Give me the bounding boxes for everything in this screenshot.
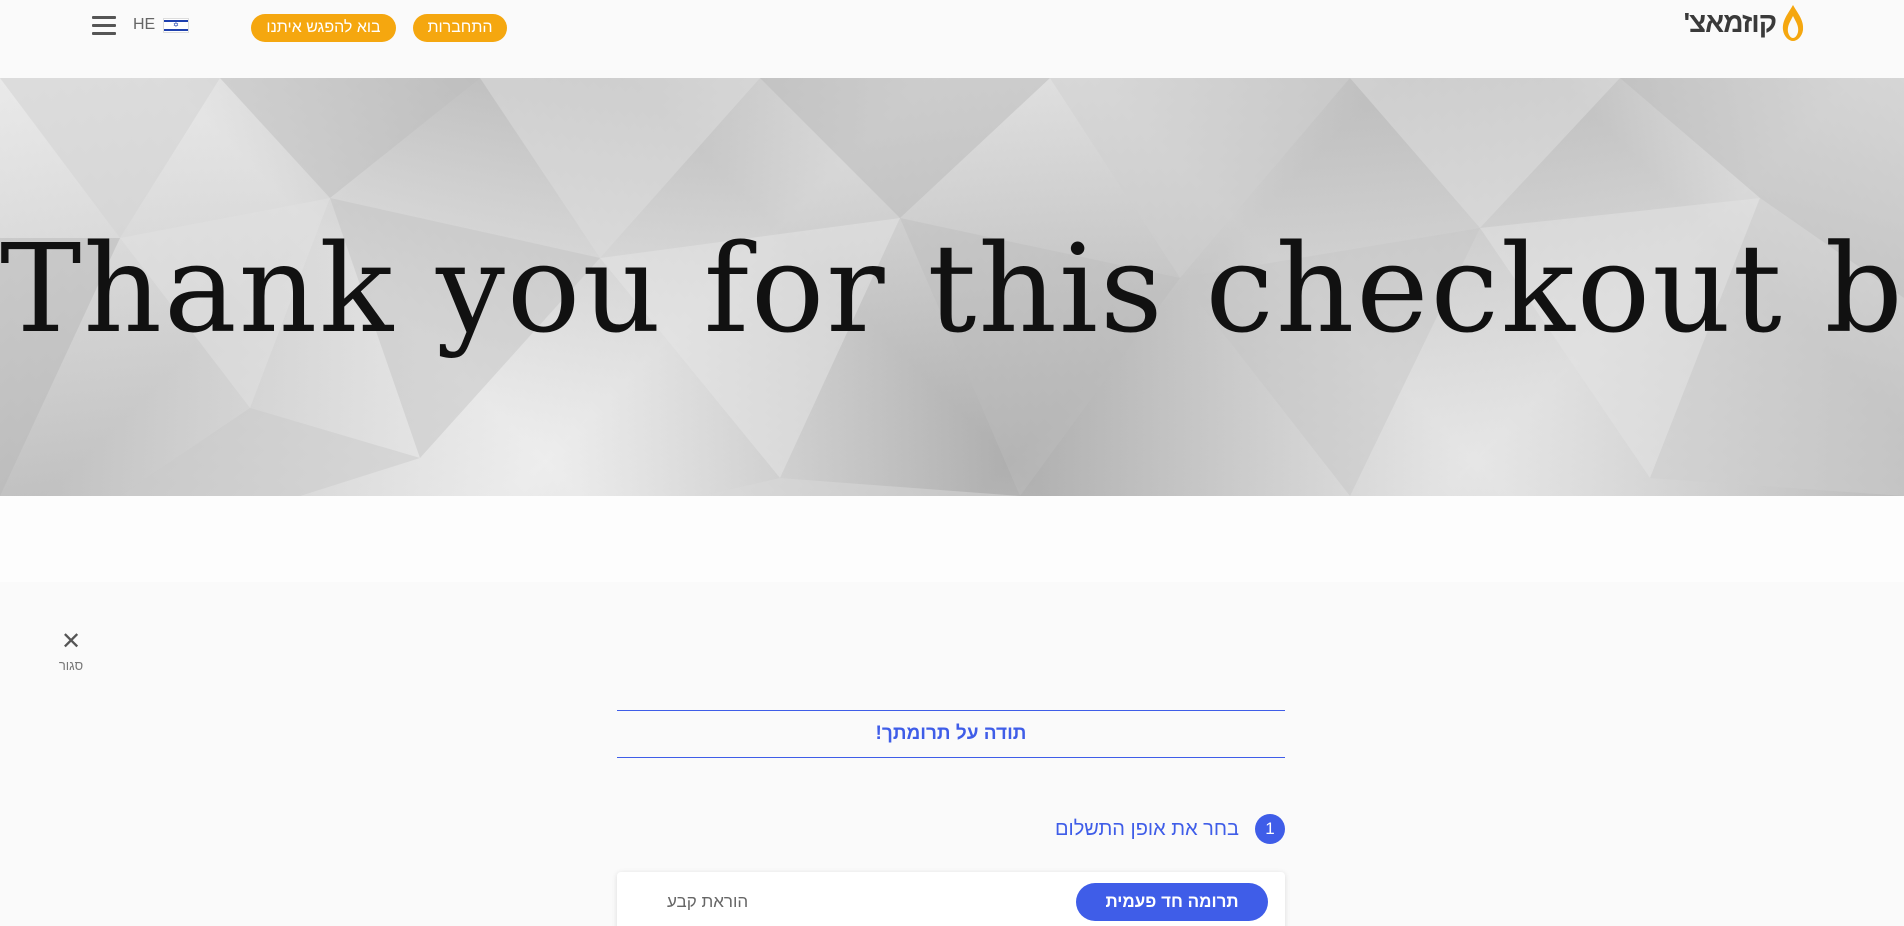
step-payment-method: 1 בחר את אופן התשלום bbox=[1055, 814, 1285, 844]
thanks-title: תודה על תרומתך! bbox=[875, 723, 1027, 744]
site-logo[interactable]: קוזמאצ' bbox=[1683, 4, 1806, 42]
hamburger-menu-icon[interactable] bbox=[92, 16, 116, 36]
banner-headline: Thank you for this checkout banner! bbox=[0, 218, 1904, 360]
close-icon: ✕ bbox=[60, 628, 82, 655]
thanks-box: תודה על תרומתך! bbox=[617, 710, 1285, 758]
section-top-band bbox=[0, 496, 1904, 582]
close-label: סגור bbox=[58, 658, 84, 673]
page: HE ✡ בוא להפגש איתנו התחברות קוזמאצ' Tha… bbox=[0, 0, 1904, 926]
step-number-badge: 1 bbox=[1255, 814, 1285, 844]
meet-us-button[interactable]: בוא להפגש איתנו bbox=[251, 14, 396, 42]
step-label: בחר את אופן התשלום bbox=[1054, 817, 1239, 840]
one-time-donation-button[interactable]: תרומה חד פעמית bbox=[1076, 883, 1268, 921]
checkout-banner: Thank you for this checkout banner! bbox=[0, 78, 1904, 496]
payment-type-selector: תרומה חד פעמית הוראת קבע bbox=[617, 872, 1285, 926]
standing-order-button[interactable]: הוראת קבע bbox=[667, 883, 748, 921]
close-button[interactable]: ✕ סגור bbox=[56, 628, 86, 674]
language-selector[interactable]: HE bbox=[133, 16, 155, 34]
israel-flag-icon[interactable]: ✡ bbox=[163, 18, 189, 33]
site-header: HE ✡ בוא להפגש איתנו התחברות קוזמאצ' bbox=[0, 0, 1904, 78]
flame-icon bbox=[1782, 5, 1804, 41]
logo-text: קוזמאצ' bbox=[1683, 7, 1777, 38]
login-button[interactable]: התחברות bbox=[413, 14, 507, 42]
